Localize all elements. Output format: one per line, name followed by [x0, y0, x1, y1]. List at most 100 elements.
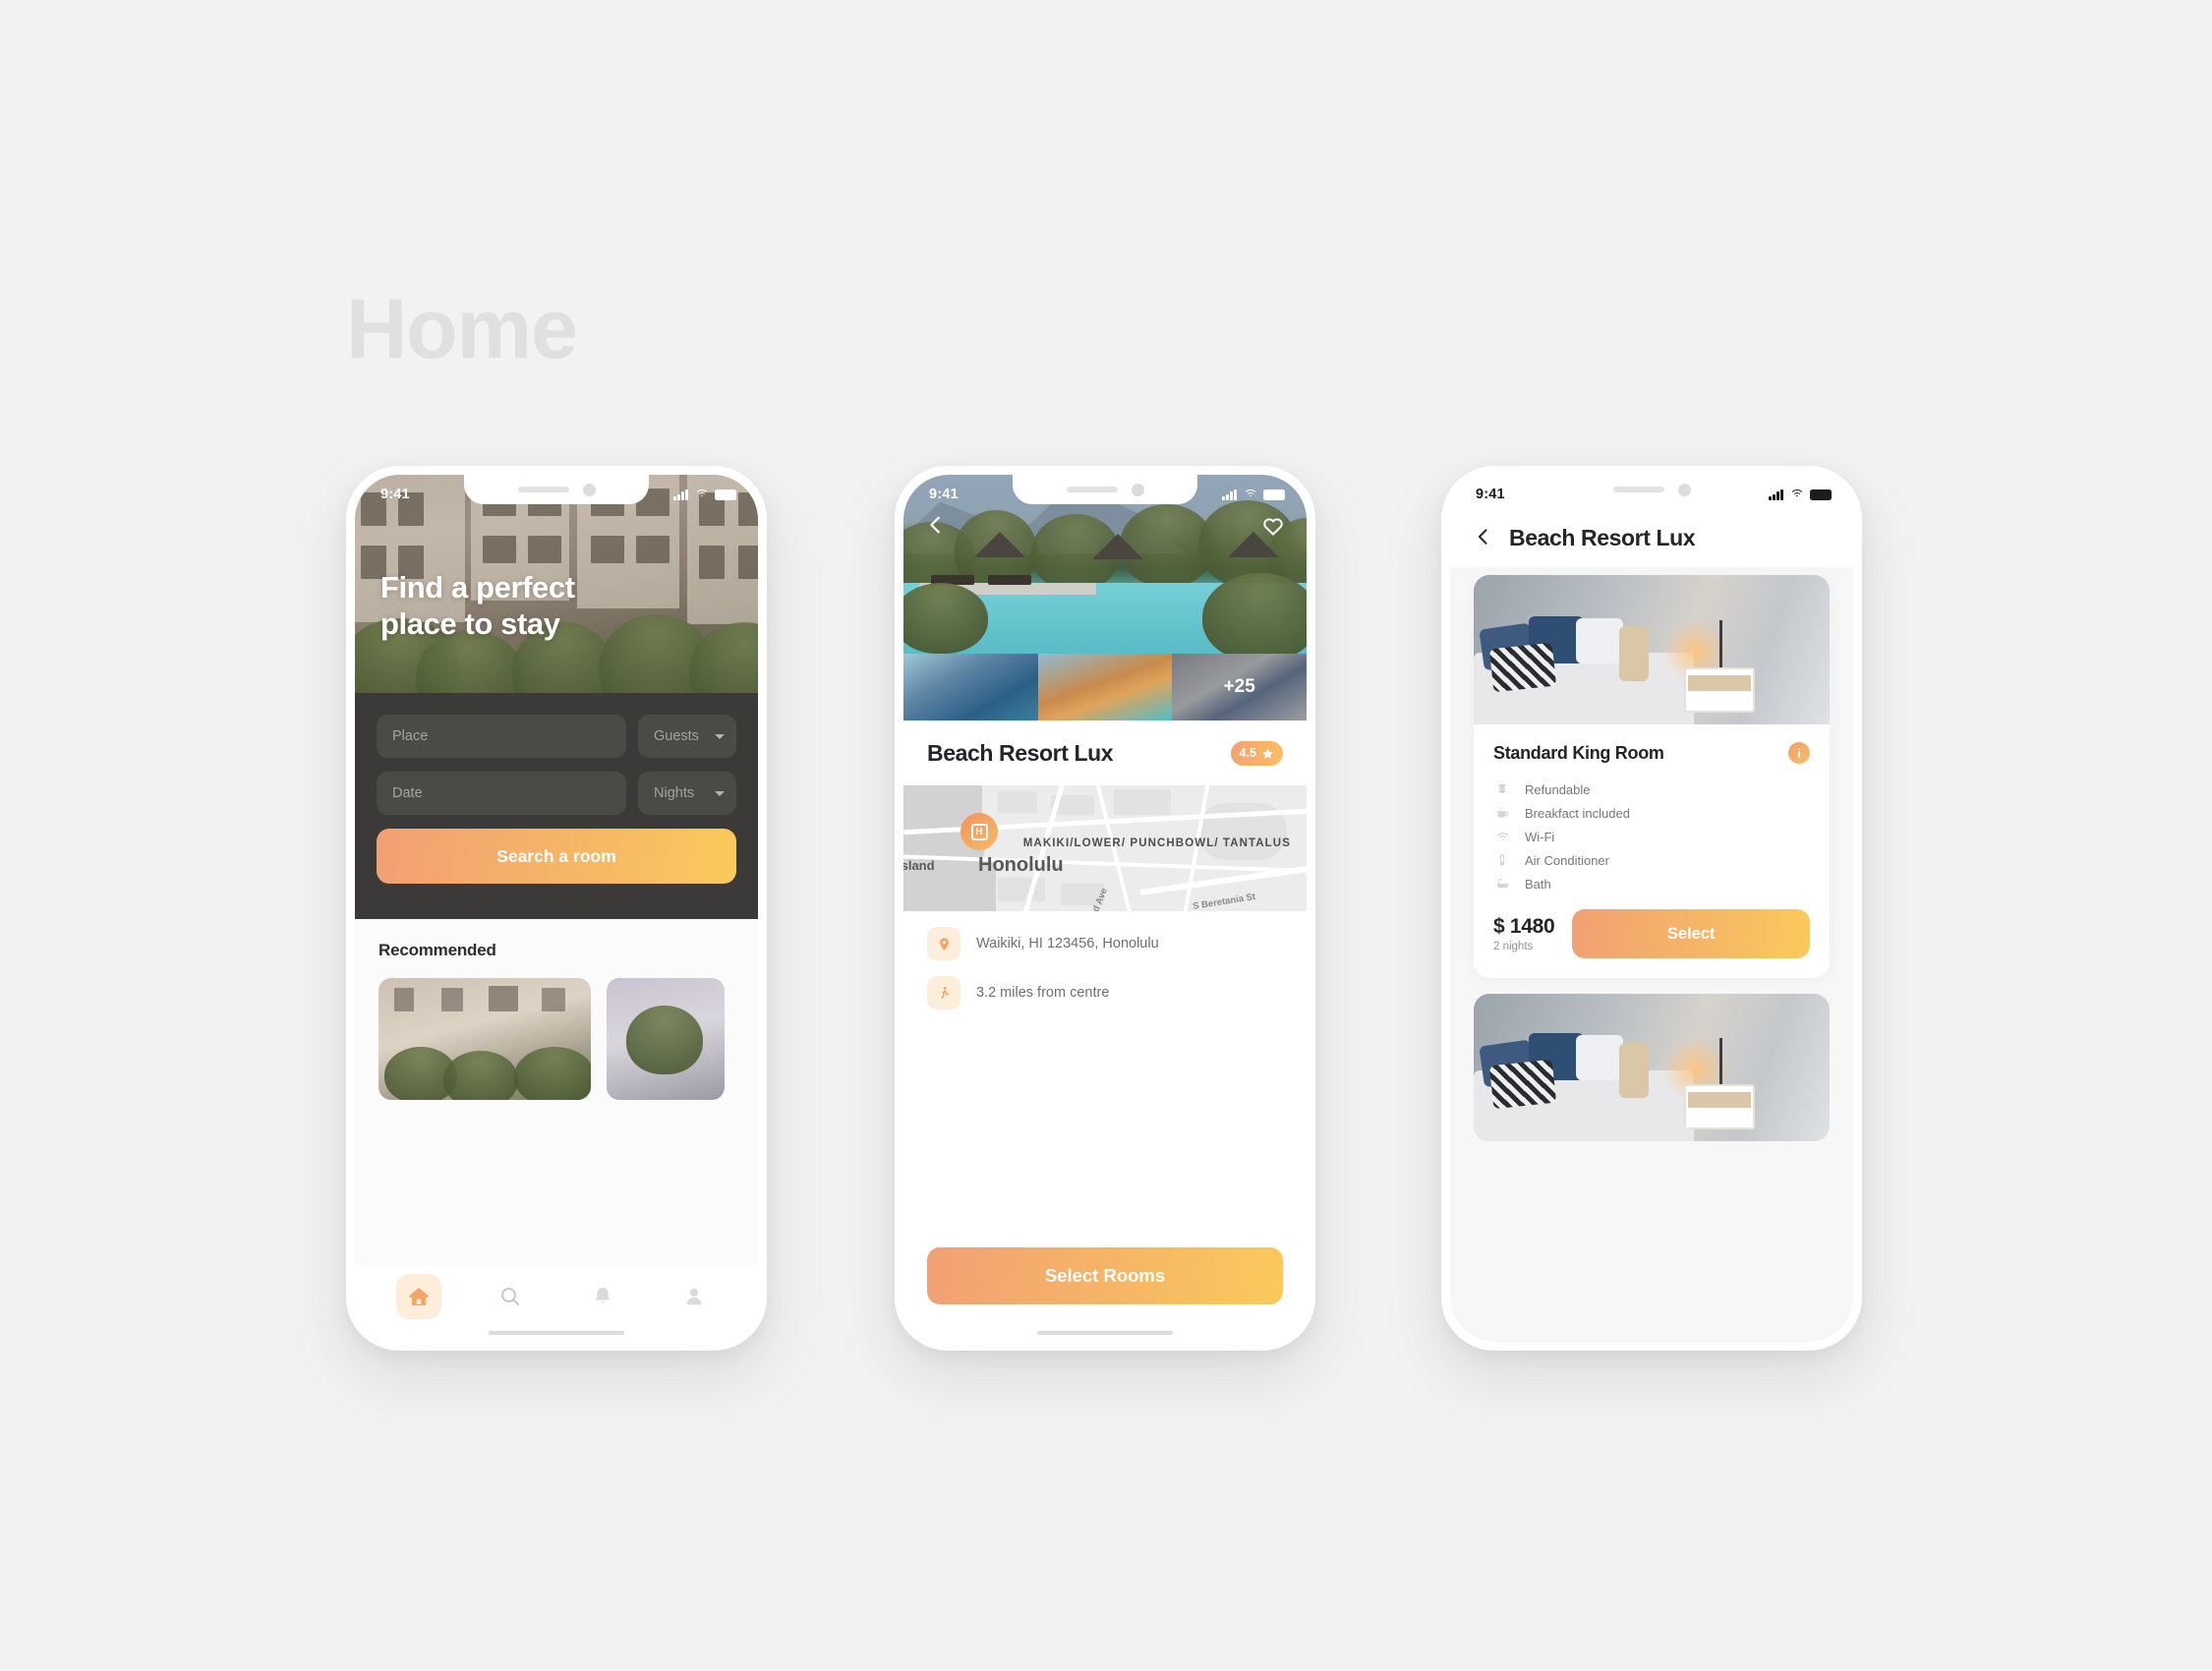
camera-icon — [1131, 483, 1144, 496]
battery-icon — [715, 489, 736, 500]
page-title: Home — [346, 282, 578, 376]
search-icon — [501, 1288, 520, 1305]
page-header-title: Beach Resort Lux — [1509, 524, 1696, 550]
notch — [1013, 475, 1197, 504]
gallery-more-badge[interactable]: +25 — [1172, 654, 1307, 720]
hotel-pin-icon[interactable]: H — [960, 813, 998, 850]
room-price-row: $ 1480 2 nights Select — [1474, 895, 1830, 978]
search-room-button[interactable]: Search a room — [377, 829, 736, 884]
hero-heading: Find a perfect place to stay — [380, 570, 575, 642]
status-time: 9:41 — [380, 487, 410, 502]
amenity-refundable: Refundable — [1493, 778, 1810, 801]
amenity-label: Bath — [1525, 876, 1551, 892]
tab-notifications[interactable] — [556, 1285, 649, 1308]
thermometer-icon — [1493, 853, 1511, 867]
hotel-title-bar: Beach Resort Lux 4.5 — [903, 720, 1307, 785]
speaker-icon — [1066, 487, 1118, 492]
tab-search[interactable] — [465, 1285, 557, 1308]
gallery-thumbnails: +25 — [903, 654, 1307, 720]
back-button[interactable] — [1474, 525, 1493, 550]
search-row-2: Date Nights — [377, 772, 736, 815]
guests-label: Guests — [654, 728, 699, 744]
select-room-label: Select — [1666, 924, 1716, 943]
lamp-stem — [1719, 619, 1723, 673]
person-icon — [686, 1289, 702, 1305]
detail-address-text: Waikiki, HI 123456, Honolulu — [976, 936, 1159, 951]
wifi-icon — [1243, 489, 1257, 500]
thumbnail-2[interactable] — [1037, 654, 1173, 720]
amenity-bath: Bath — [1493, 872, 1810, 895]
rooms-list: Standard King Room i Refundable Breakfac… — [1450, 567, 1853, 1342]
back-button[interactable] — [925, 514, 947, 540]
room-card-next-photo[interactable] — [1474, 994, 1830, 1141]
phone-mockup-home: Find a perfect place to stay Place Guest… — [346, 466, 767, 1351]
rating-badge: 4.5 — [1230, 740, 1283, 766]
detail-address: Waikiki, HI 123456, Honolulu — [927, 919, 1283, 968]
home-icon — [409, 1288, 429, 1306]
map-island-label: Island — [903, 858, 935, 873]
select-room-button[interactable]: Select — [1572, 909, 1810, 958]
wifi-icon — [1789, 489, 1804, 500]
tab-profile[interactable] — [649, 1285, 741, 1308]
status-icons — [673, 489, 736, 500]
status-icons — [1222, 489, 1285, 500]
hotel-pin-letter: H — [970, 823, 988, 840]
map-city-label: Honolulu — [978, 854, 1064, 876]
room-info: Standard King Room i Refundable Breakfac… — [1474, 724, 1830, 895]
favorite-button[interactable] — [1261, 514, 1285, 543]
chevron-down-icon — [715, 790, 725, 796]
detail-distance: 3.2 miles from centre — [927, 968, 1283, 1017]
guests-select[interactable]: Guests — [638, 715, 736, 758]
date-input[interactable]: Date — [377, 772, 626, 815]
search-panel: Place Guests Date Nights Search a room — [355, 693, 758, 919]
price-block: $ 1480 2 nights — [1493, 915, 1555, 952]
amenity-breakfast: Breakfact included — [1493, 801, 1810, 825]
speaker-icon — [517, 487, 569, 492]
notch — [1559, 475, 1744, 504]
room-price: $ 1480 — [1493, 915, 1555, 938]
room-price-sub: 2 nights — [1493, 941, 1534, 952]
recommended-list — [378, 978, 758, 1100]
tab-home[interactable] — [373, 1274, 465, 1319]
amenities-list: Refundable Breakfact included Wi-Fi Air … — [1493, 778, 1810, 895]
home-indicator[interactable] — [1037, 1330, 1173, 1335]
amenity-label: Refundable — [1525, 781, 1591, 797]
room-card[interactable]: Standard King Room i Refundable Breakfac… — [1474, 575, 1830, 978]
room-photo — [1474, 575, 1830, 724]
heart-icon — [1263, 518, 1283, 536]
thumbnail-1[interactable] — [903, 654, 1038, 720]
camera-icon — [582, 483, 596, 496]
cellular-bars-icon — [1769, 489, 1783, 500]
nightstand-shape — [1683, 1084, 1755, 1129]
amenity-label: Wi-Fi — [1525, 829, 1555, 844]
notch — [464, 475, 649, 504]
nights-select[interactable]: Nights — [638, 772, 736, 815]
amenity-wifi: Wi-Fi — [1493, 825, 1810, 848]
bell-icon — [595, 1288, 611, 1303]
list-item[interactable] — [607, 978, 725, 1100]
date-placeholder: Date — [392, 785, 423, 801]
thumbnail-3[interactable]: +25 — [1172, 654, 1307, 720]
search-room-label: Search a room — [496, 845, 616, 866]
screen-hotel: +25 Beach Resort Lux 4.5 H Honolulu slan… — [903, 475, 1307, 1342]
location-map[interactable]: H Honolulu Island MAKIKI/LOWER/ PUNCHBOW… — [903, 785, 1307, 911]
select-rooms-button[interactable]: Select Rooms — [927, 1247, 1283, 1304]
status-time: 9:41 — [1476, 487, 1505, 502]
amenity-air-conditioner: Air Conditioner — [1493, 848, 1810, 872]
walking-person-icon — [927, 976, 960, 1009]
coffee-cup-icon — [1493, 806, 1511, 820]
search-row-1: Place Guests — [377, 715, 736, 758]
place-input[interactable]: Place — [377, 715, 626, 758]
phone-mockup-hotel: +25 Beach Resort Lux 4.5 H Honolulu slan… — [895, 466, 1315, 1351]
list-item[interactable] — [378, 978, 591, 1100]
detail-distance-text: 3.2 miles from centre — [976, 985, 1110, 1001]
battery-icon — [1263, 489, 1285, 500]
home-indicator[interactable] — [489, 1330, 624, 1335]
chevron-down-icon — [715, 733, 725, 739]
gallery-more-count: +25 — [1223, 676, 1255, 697]
chevron-left-icon — [930, 516, 940, 534]
recommended-title: Recommended — [378, 941, 496, 959]
cellular-bars-icon — [1222, 489, 1237, 500]
wifi-icon — [1493, 830, 1511, 843]
info-icon[interactable]: i — [1788, 742, 1810, 764]
